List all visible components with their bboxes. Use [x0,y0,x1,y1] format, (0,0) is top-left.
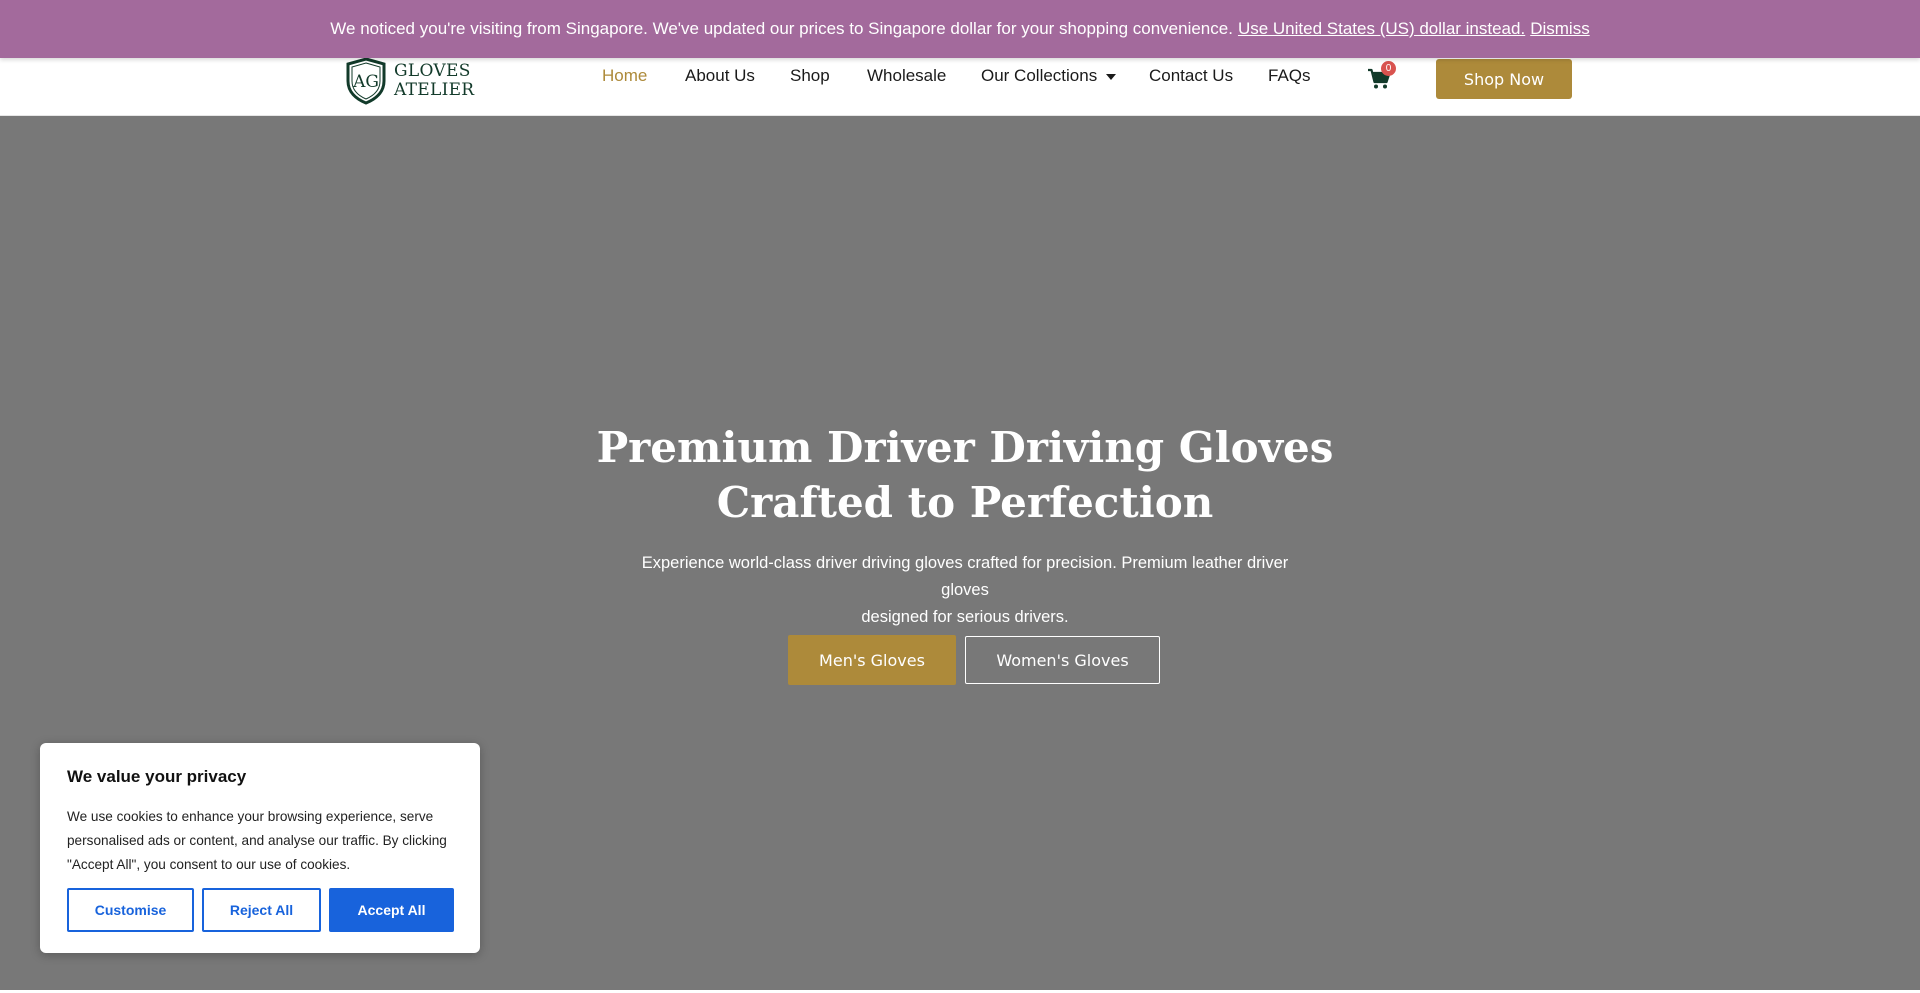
hero-title-line-2: Crafted to Perfection [716,478,1214,527]
nav-home[interactable]: Home [602,66,647,86]
hero-title: Premium Driver Driving Gloves Crafted to… [560,420,1370,530]
cart-count-badge: 0 [1381,61,1396,76]
cookie-text: We use cookies to enhance your browsing … [67,809,447,872]
nav-about-us[interactable]: About Us [685,66,755,86]
nav-our-collections-label: Our Collections [981,66,1098,85]
shop-now-button[interactable]: Shop Now [1436,59,1572,99]
cookie-consent-dialog: We value your privacy We use cookies to … [40,743,480,953]
customise-button[interactable]: Customise [67,888,194,932]
currency-notice-bar: We noticed you're visiting from Singapor… [0,0,1920,58]
cart-button[interactable]: 0 [1367,61,1396,92]
womens-gloves-button[interactable]: Women's Gloves [965,636,1160,684]
currency-notice-message: We noticed you're visiting from Singapor… [330,19,1233,38]
nav-our-collections[interactable]: Our Collections [981,66,1117,86]
nav-wholesale[interactable]: Wholesale [867,66,946,86]
hero-subtitle: Experience world-class driver driving gl… [620,550,1310,631]
nav-contact-us[interactable]: Contact Us [1149,66,1233,86]
dismiss-link[interactable]: Dismiss [1530,19,1590,39]
hero-subtitle-line-1: Experience world-class driver driving gl… [641,554,1289,599]
nav-faqs[interactable]: FAQs [1268,66,1311,86]
hero-subtitle-line-2: designed for serious drivers. [861,608,1069,626]
accept-all-button[interactable]: Accept All [329,888,454,932]
main-nav: Home About Us Shop Wholesale Our Collect… [0,66,1920,90]
mens-gloves-button[interactable]: Men's Gloves [788,635,956,685]
hero-title-line-1: Premium Driver Driving Gloves [596,423,1334,472]
reject-all-button[interactable]: Reject All [202,888,321,932]
caret-down-icon [1106,73,1117,80]
nav-shop[interactable]: Shop [790,66,830,86]
use-usd-link[interactable]: Use United States (US) dollar instead. [1238,19,1525,39]
cookie-buttons: Customise Reject All Accept All [67,888,454,932]
cookie-title: We value your privacy [67,767,247,786]
